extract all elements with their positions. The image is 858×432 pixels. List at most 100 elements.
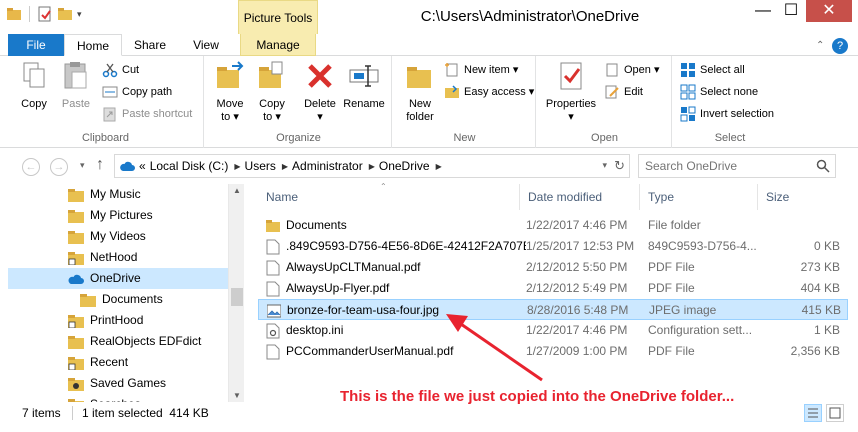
rename-label: Rename — [343, 98, 385, 110]
table-row[interactable]: Documents 1/22/2017 4:46 PM File folder — [258, 215, 848, 236]
large-icons-view-button[interactable] — [826, 404, 844, 422]
table-row[interactable]: desktop.ini 1/22/2017 4:46 PM Configurat… — [258, 320, 848, 341]
details-view-button[interactable] — [804, 404, 822, 422]
nav-item-documents[interactable]: Documents — [8, 289, 228, 310]
new-folder-button[interactable]: New folder — [398, 60, 442, 124]
nav-item-my-videos[interactable]: My Videos — [8, 226, 228, 247]
easy-access-button[interactable]: Easy access ▾ — [444, 82, 534, 102]
chevron-right-icon[interactable]: ▶ — [282, 162, 288, 171]
table-row-selected[interactable]: bronze-for-team-usa-four.jpg 8/28/2016 5… — [258, 299, 848, 320]
properties-label-2: ▾ — [568, 111, 574, 123]
copy-to-button[interactable]: Copy to ▾ — [250, 60, 294, 124]
forward-button[interactable]: → — [50, 158, 68, 176]
table-row[interactable]: .849C9593-D756-4E56-8D6E-42412F2A707B 1/… — [258, 236, 848, 257]
select-none-button[interactable]: Select none — [680, 82, 758, 102]
recent-locations-icon[interactable]: ▾ — [80, 160, 85, 171]
file-type: JPEG image — [649, 303, 717, 317]
paste-shortcut-button[interactable]: Paste shortcut — [102, 104, 192, 124]
move-to-label: Move — [216, 98, 244, 110]
breadcrumb-onedrive[interactable]: OneDrive ▶ — [379, 159, 442, 173]
shortcut-folder-icon — [68, 314, 84, 328]
qat-customize-icon[interactable]: ▾ — [77, 9, 82, 20]
back-button[interactable]: ← — [22, 158, 40, 176]
table-row[interactable]: AlwaysUpCLTManual.pdf 2/12/2012 5:50 PM … — [258, 257, 848, 278]
edit-button[interactable]: Edit — [604, 82, 643, 102]
cut-button[interactable]: Cut — [102, 60, 139, 80]
column-header-size[interactable]: Size — [758, 184, 848, 210]
breadcrumb-users[interactable]: Users ▶ — [245, 159, 289, 173]
paste-label: Paste — [61, 98, 91, 110]
column-header-name[interactable]: Name — [258, 184, 520, 210]
nav-item-saved-games[interactable]: Saved Games — [8, 373, 228, 394]
organize-group-label: Organize — [276, 132, 321, 144]
nav-item-printhood[interactable]: PrintHood — [8, 310, 228, 331]
tab-view[interactable]: View — [182, 34, 230, 56]
move-to-icon — [217, 61, 244, 88]
delete-button[interactable]: Delete ▾ — [298, 60, 342, 124]
tab-manage[interactable]: Manage — [240, 34, 316, 56]
chevron-right-icon[interactable]: ▶ — [369, 162, 375, 171]
scrollbar-thumb[interactable] — [231, 288, 243, 306]
file-icon — [266, 344, 280, 359]
address-overflow[interactable]: « — [139, 159, 146, 173]
copy-button[interactable]: Copy — [12, 60, 56, 111]
nav-item-recent[interactable]: Recent — [8, 352, 228, 373]
address-history-icon[interactable]: ▾ — [602, 160, 607, 171]
open-group-label: Open — [591, 132, 618, 144]
new-folder-icon[interactable] — [57, 6, 73, 22]
minimize-button[interactable]: — — [748, 0, 778, 22]
table-row[interactable]: AlwaysUp-Flyer.pdf 2/12/2012 5:49 PM PDF… — [258, 278, 848, 299]
properties-icon[interactable] — [37, 6, 53, 22]
column-header-type[interactable]: Type — [640, 184, 758, 210]
large-icons-view-icon — [829, 407, 841, 419]
nav-item-nethood[interactable]: NetHood — [8, 247, 228, 268]
search-icon[interactable] — [816, 159, 830, 173]
column-header-date-modified[interactable]: Date modified — [520, 184, 640, 210]
tab-file[interactable]: File — [8, 34, 64, 56]
help-button[interactable]: ? — [832, 38, 848, 54]
pictures-folder-icon — [68, 209, 84, 223]
maximize-button[interactable]: ☐ — [776, 0, 806, 22]
move-to-button[interactable]: Move to ▾ — [208, 60, 252, 124]
status-bar: 7 items 1 item selected 414 KB — [0, 402, 858, 428]
scroll-down-icon[interactable]: ▼ — [233, 391, 241, 400]
copy-path-label: Copy path — [122, 86, 173, 98]
nav-item-realobjects-edfdict[interactable]: RealObjects EDFdict — [8, 331, 228, 352]
breadcrumb-administrator[interactable]: Administrator ▶ — [292, 159, 375, 173]
up-button[interactable]: ↑ — [96, 156, 104, 174]
open-group: Properties ▾ Open ▾ Edit Open — [538, 56, 672, 148]
address-bar[interactable]: « Local Disk (C:) ▶ Users ▶ Administrator ▶… — [114, 154, 630, 178]
properties-button[interactable]: Properties ▾ — [542, 60, 600, 124]
explorer-app-icon[interactable] — [6, 6, 22, 22]
refresh-icon[interactable]: ↻ — [614, 158, 625, 174]
close-button[interactable]: ✕ — [806, 0, 852, 22]
tab-home[interactable]: Home — [64, 34, 122, 56]
search-input[interactable] — [638, 154, 836, 178]
file-name: desktop.ini — [286, 323, 344, 337]
status-item-count: 7 items — [22, 406, 61, 420]
new-item-label: New item ▾ — [464, 64, 519, 76]
nav-item-label: RealObjects EDFdict — [90, 334, 202, 348]
file-type: PDF File — [648, 260, 695, 274]
nav-item-onedrive[interactable]: OneDrive — [8, 268, 228, 289]
new-item-button[interactable]: New item ▾ — [444, 60, 518, 80]
file-name: Documents — [286, 218, 347, 232]
chevron-right-icon[interactable]: ▶ — [436, 162, 442, 171]
scroll-up-icon[interactable]: ▲ — [233, 186, 241, 195]
breadcrumb-local-disk[interactable]: Local Disk (C:) ▶ — [150, 159, 241, 173]
invert-selection-button[interactable]: Invert selection — [680, 104, 774, 124]
paste-button[interactable]: Paste — [54, 60, 98, 111]
nav-item-searches[interactable]: Searches — [8, 394, 228, 402]
file-date: 2/12/2012 5:49 PM — [526, 281, 628, 295]
nav-item-my-pictures[interactable]: My Pictures — [8, 205, 228, 226]
select-all-button[interactable]: Select all — [680, 60, 745, 80]
rename-button[interactable]: Rename — [342, 60, 386, 111]
chevron-right-icon[interactable]: ▶ — [234, 162, 240, 171]
table-row[interactable]: PCCommanderUserManual.pdf 1/27/2009 1:00… — [258, 341, 848, 362]
nav-item-my-music[interactable]: My Music — [8, 184, 228, 205]
tab-share[interactable]: Share — [124, 34, 176, 56]
navigation-pane-scrollbar[interactable]: ▲ ▼ — [228, 184, 244, 402]
ribbon-collapse-icon[interactable]: ⌃ — [816, 40, 824, 51]
copy-path-button[interactable]: Copy path — [102, 82, 172, 102]
open-button[interactable]: Open ▾ — [604, 60, 660, 80]
